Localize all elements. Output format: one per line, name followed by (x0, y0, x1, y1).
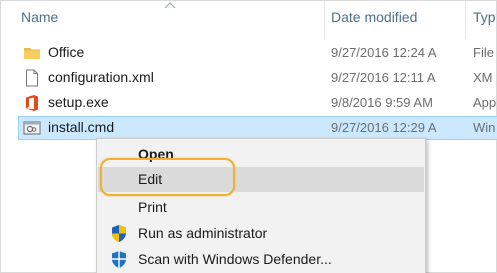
menu-item-label: Scan with Windows Defender... (138, 251, 332, 267)
sort-ascending-icon[interactable] (164, 1, 176, 9)
context-menu: Open Edit Print Run as administrator Sca… (96, 138, 426, 273)
document-icon (26, 69, 38, 87)
file-row-office[interactable]: Office 9/27/2016 12:24 A File (18, 41, 497, 65)
file-name: configuration.xml (48, 69, 154, 85)
file-date: 9/27/2016 12:11 A (331, 70, 436, 85)
menu-item-print[interactable]: Print (98, 195, 424, 220)
file-row-install-cmd[interactable]: install.cmd 9/27/2016 12:29 A Win (18, 116, 497, 140)
menu-item-label: Run as administrator (138, 225, 268, 241)
file-name: setup.exe (48, 94, 109, 110)
column-divider[interactable] (324, 1, 325, 39)
defender-shield-icon (112, 251, 126, 268)
file-row-configuration-xml[interactable]: configuration.xml 9/27/2016 12:11 A XM (18, 66, 497, 90)
file-row-setup-exe[interactable]: setup.exe 9/8/2016 9:59 AM App (18, 91, 497, 115)
file-type: App (473, 95, 497, 110)
file-name: Office (48, 44, 85, 60)
column-type-header[interactable]: Typ (473, 9, 496, 25)
file-type: XM (473, 70, 493, 85)
file-date: 9/8/2016 9:59 AM (331, 95, 433, 110)
script-icon (23, 121, 41, 135)
file-type: File (473, 45, 494, 60)
column-header: Name Date modified Typ (1, 1, 497, 39)
column-date-modified-header[interactable]: Date modified (331, 9, 417, 25)
menu-item-edit[interactable]: Edit (98, 167, 424, 192)
menu-item-label: Print (138, 199, 167, 215)
menu-item-label: Open (138, 146, 174, 162)
explorer-window: Name Date modified Typ Office 9/27/2016 … (0, 0, 497, 273)
file-name: install.cmd (48, 119, 115, 135)
column-divider[interactable] (465, 1, 466, 39)
file-type: Win (473, 120, 496, 135)
menu-item-scan-with-windows-defender[interactable]: Scan with Windows Defender... (98, 247, 424, 272)
file-date: 9/27/2016 12:29 A (331, 120, 437, 135)
folder-icon (24, 48, 40, 59)
menu-item-open[interactable]: Open (98, 142, 424, 167)
menu-item-label: Edit (138, 171, 163, 187)
column-name-header[interactable]: Name (21, 9, 58, 25)
menu-item-run-as-administrator[interactable]: Run as administrator (98, 221, 424, 246)
office-app-icon (26, 95, 38, 111)
file-date: 9/27/2016 12:24 A (331, 45, 437, 60)
uac-shield-icon (112, 225, 126, 242)
